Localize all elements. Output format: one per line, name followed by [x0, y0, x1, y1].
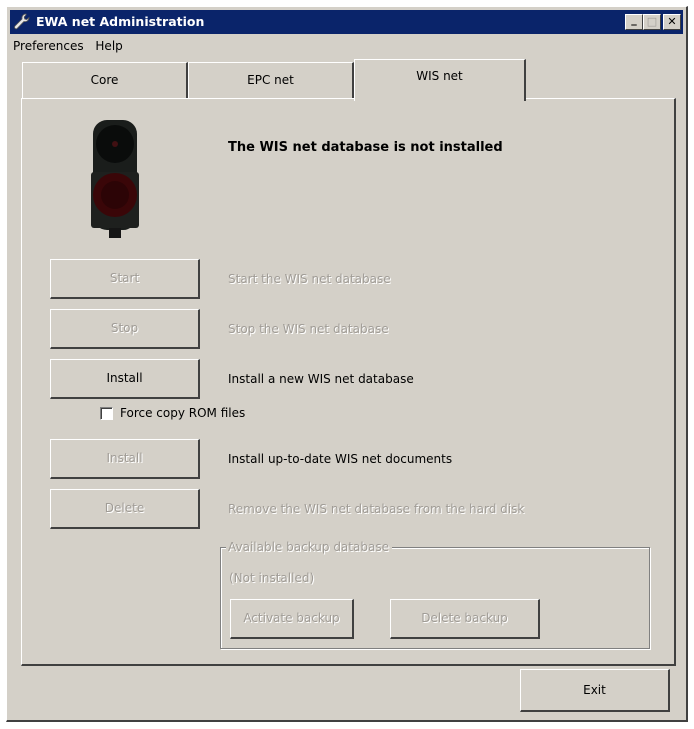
wrench-icon: [14, 13, 30, 30]
menu-help[interactable]: Help: [92, 37, 127, 53]
exit-button[interactable]: Exit: [520, 669, 670, 712]
close-button[interactable]: ✕: [663, 14, 681, 30]
menu-preferences[interactable]: Preferences: [10, 37, 89, 53]
tab-wis-net[interactable]: WIS net: [354, 59, 526, 101]
start-description: Start the WIS net database: [228, 272, 391, 286]
menu-bar: Preferences Help: [10, 37, 128, 57]
delete-database-description: Remove the WIS net database from the har…: [228, 502, 525, 516]
traffic-light-icon: [91, 120, 139, 238]
minimize-icon: _: [631, 13, 637, 26]
delete-database-button[interactable]: Delete: [50, 489, 200, 529]
stop-description: Stop the WIS net database: [228, 322, 389, 336]
delete-backup-button[interactable]: Delete backup: [390, 599, 540, 639]
install-documents-button[interactable]: Install: [50, 439, 200, 479]
install-documents-description: Install up-to-date WIS net documents: [228, 452, 453, 466]
install-database-button[interactable]: Install: [50, 359, 200, 399]
status-message: The WIS net database is not installed: [228, 140, 503, 155]
force-copy-rom-label[interactable]: Force copy ROM files: [120, 406, 245, 420]
install-database-description: Install a new WIS net database: [228, 372, 414, 386]
activate-backup-button[interactable]: Activate backup: [230, 599, 354, 639]
start-button[interactable]: Start: [50, 259, 200, 299]
minimize-button[interactable]: _: [625, 13, 643, 30]
tab-core[interactable]: Core: [22, 62, 188, 98]
close-icon: ✕: [667, 15, 677, 28]
backup-state: (Not installed): [229, 571, 315, 585]
maximize-icon: □: [646, 15, 658, 28]
tab-epc-net[interactable]: EPC net: [188, 62, 354, 98]
force-copy-rom-checkbox[interactable]: [100, 407, 113, 420]
stop-button[interactable]: Stop: [50, 309, 200, 349]
title-bar[interactable]: EWA net Administration _ □ ✕: [10, 10, 683, 34]
backup-group-legend: Available backup database: [226, 540, 392, 554]
window-title: EWA net Administration: [36, 14, 205, 29]
maximize-button[interactable]: □: [643, 14, 661, 30]
